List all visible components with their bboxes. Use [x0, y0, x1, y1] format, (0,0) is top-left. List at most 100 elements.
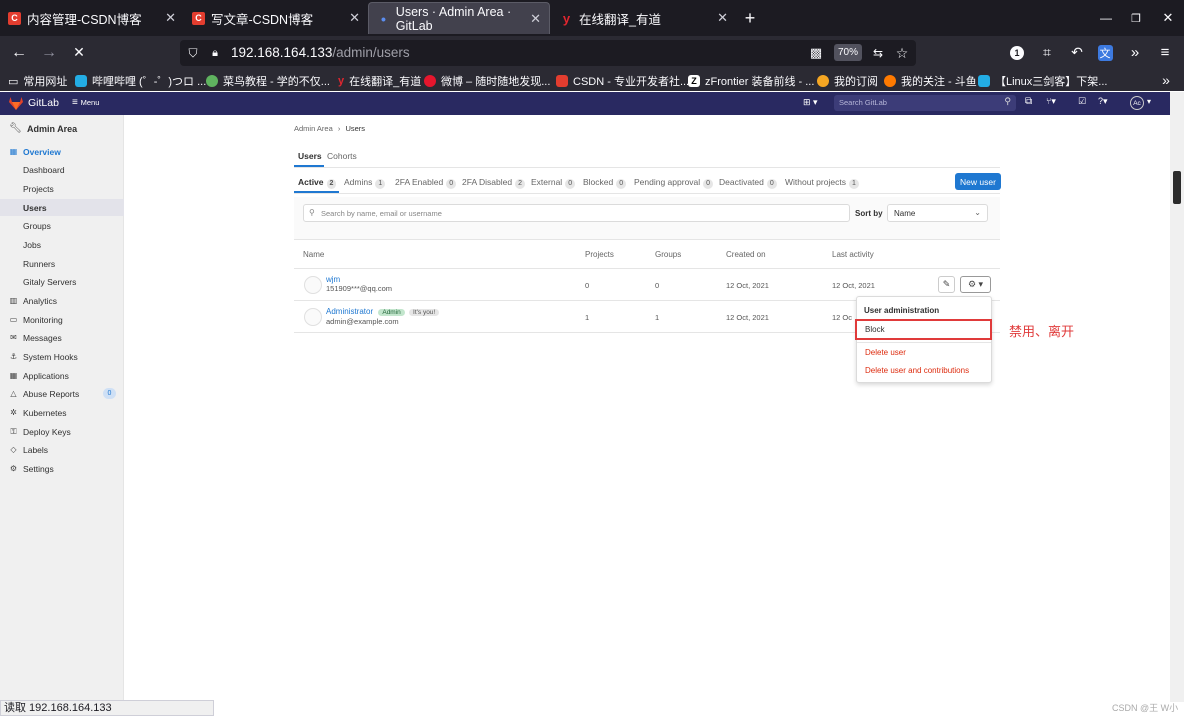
qr-code-icon[interactable]: ▩	[806, 41, 826, 65]
help-icon[interactable]: ?▾	[1098, 96, 1108, 107]
delete-user-contributions-item[interactable]: Delete user and contributions	[865, 366, 969, 375]
sidebar-item-system-hooks[interactable]: ⚓ System Hooks	[0, 348, 124, 365]
create-new-icon[interactable]: ⊞ ▾	[803, 97, 818, 108]
gitlab-logo-icon[interactable]	[9, 96, 23, 110]
sidebar-item-messages[interactable]: ✉ Messages	[0, 329, 124, 346]
bookmark-item[interactable]: 【Linux三剑客】下架...	[978, 73, 1107, 89]
sidebar-item-analytics[interactable]: ▥ Analytics	[0, 292, 124, 309]
sidebar-item-deploy-keys[interactable]: ⚿ Deploy Keys	[0, 423, 124, 440]
sidebar-item-kubernetes[interactable]: ✲ Kubernetes	[0, 404, 124, 421]
user-name-link[interactable]: wjm	[326, 275, 340, 284]
scrollbar-thumb[interactable]	[1173, 171, 1181, 204]
filter-tab-external[interactable]: External 0	[531, 177, 576, 189]
bookmark-item[interactable]: 菜鸟教程 - 学的不仅...	[206, 73, 330, 89]
new-user-button[interactable]: New user	[955, 173, 1001, 190]
sidebar-item-label: Jobs	[23, 239, 41, 250]
sidebar-item-dashboard[interactable]: Dashboard	[0, 161, 124, 178]
delete-user-item[interactable]: Delete user	[865, 348, 906, 357]
filter-tab-active[interactable]: Active 2	[298, 177, 337, 189]
gitlab-search-input[interactable]: Search GitLab ⚲	[834, 95, 1016, 111]
zoom-level[interactable]: 70%	[834, 44, 862, 61]
filter-tab-pending-approval[interactable]: Pending approval 0	[634, 177, 714, 189]
sort-select[interactable]: Name ⌄	[887, 204, 988, 222]
shield-icon[interactable]: ⛉	[184, 41, 202, 65]
filter-tab-blocked[interactable]: Blocked 0	[583, 177, 627, 189]
sidebar-item-labels[interactable]: ◇ Labels	[0, 441, 124, 458]
overflow-chevron-icon[interactable]: »	[1124, 36, 1146, 69]
issues-icon[interactable]: ⧉	[1025, 96, 1032, 107]
page-translate-icon[interactable]: ⇆	[868, 41, 888, 65]
undo-icon[interactable]: ↶	[1066, 36, 1088, 69]
gitlab-brand[interactable]: GitLab	[28, 97, 59, 109]
sidebar-header[interactable]: 🔧︎ Admin Area	[0, 120, 124, 137]
merge-requests-icon[interactable]: ⑂▾	[1046, 96, 1056, 107]
hamburger-menu-icon[interactable]: ≡	[1154, 36, 1176, 69]
crop-icon[interactable]: ⌗	[1036, 36, 1058, 69]
bookmark-item[interactable]: 哔哩哔哩 (゜-゜)つロ ...	[75, 73, 206, 89]
close-tab-icon[interactable]: ✕	[530, 11, 541, 27]
chevron-down-icon[interactable]: ▾	[1147, 97, 1151, 106]
back-icon[interactable]: ←	[8, 36, 30, 69]
sidebar-item-gitaly-servers[interactable]: Gitaly Servers	[0, 273, 124, 290]
filter-tab-without-projects[interactable]: Without projects 1	[785, 177, 859, 189]
browser-tab[interactable]: C 写文章-CSDN博客 ✕	[184, 0, 368, 36]
user-actions-button[interactable]: ⚙ ▾	[960, 276, 991, 293]
filter-tab-admins[interactable]: Admins 1	[344, 177, 386, 189]
extension-badge-icon[interactable]: 1	[1006, 36, 1028, 69]
todos-icon[interactable]: ☑	[1078, 96, 1086, 107]
new-tab-icon[interactable]: +	[738, 0, 762, 36]
close-tab-icon[interactable]: ✕	[165, 10, 176, 26]
close-tab-icon[interactable]: ✕	[349, 10, 360, 26]
sidebar-item-jobs[interactable]: Jobs	[0, 236, 124, 253]
breadcrumb-users[interactable]: Users	[345, 124, 365, 133]
translate-icon[interactable]: 文	[1094, 36, 1116, 69]
sidebar-item-overview[interactable]: ▦ Overview	[0, 143, 124, 160]
sidebar-item-runners[interactable]: Runners	[0, 255, 124, 272]
bookmark-item[interactable]: ZzFrontier 装备前线 - ...	[688, 73, 814, 89]
edit-user-button[interactable]: ✎	[938, 276, 955, 293]
browser-tab[interactable]: y 在线翻译_有道 ✕	[552, 0, 736, 36]
bookmark-star-icon[interactable]: ☆	[892, 41, 912, 65]
menu-button[interactable]: ≡ Menu	[72, 97, 99, 108]
tab-users[interactable]: Users	[298, 151, 322, 161]
bookmark-item[interactable]: 我的关注 - 斗鱼	[884, 73, 977, 89]
forward-icon[interactable]: →	[38, 36, 60, 69]
bookmark-item[interactable]: CSDN - 专业开发者社...	[556, 73, 689, 89]
restore-icon[interactable]: ❐	[1124, 0, 1148, 36]
browser-tab[interactable]: C 内容管理-CSDN博客 ✕	[0, 0, 184, 36]
sidebar-item-users[interactable]: Users	[0, 199, 124, 216]
bookmark-item[interactable]: 我的订阅	[817, 73, 878, 89]
admin-sidebar: 🔧︎ Admin Area ▦ Overview Dashboard Projec…	[0, 115, 124, 702]
bookmarks-overflow-icon[interactable]: »	[1156, 69, 1176, 91]
tab-cohorts[interactable]: Cohorts	[327, 151, 357, 161]
user-avatar[interactable]	[304, 276, 322, 294]
sidebar-item-abuse-reports[interactable]: △ Abuse Reports 0	[0, 385, 124, 402]
close-tab-icon[interactable]: ✕	[717, 10, 728, 26]
stop-loading-icon[interactable]: ✕	[68, 36, 90, 69]
chevron-down-icon: ⌄	[974, 208, 981, 217]
bookmark-item[interactable]: ▭ 常用网址	[8, 73, 67, 89]
user-avatar[interactable]	[304, 308, 322, 326]
bookmark-item[interactable]: y 在线翻译_有道	[338, 73, 421, 89]
user-search-input[interactable]: ⚲ Search by name, email or username	[303, 204, 850, 222]
sidebar-item-groups[interactable]: Groups	[0, 217, 124, 234]
bookmark-item[interactable]: 微博 – 随时随地发现...	[424, 73, 550, 89]
column-header-last-activity: Last activity	[832, 250, 874, 259]
sidebar-item-monitoring[interactable]: ▭ Monitoring	[0, 311, 124, 328]
filter-tab-2fa-disabled[interactable]: 2FA Disabled 2	[462, 177, 525, 189]
lock-icon[interactable]: 🔒︎	[206, 41, 224, 65]
sidebar-item-settings[interactable]: ⚙ Settings	[0, 460, 124, 477]
filter-count: 0	[446, 179, 457, 189]
browser-tab-active[interactable]: • Users · Admin Area · GitLab ✕	[368, 2, 550, 34]
browser-status-bar: 读取 192.168.164.133	[0, 700, 214, 716]
minimize-icon[interactable]: —	[1094, 0, 1118, 36]
breadcrumb-admin-area[interactable]: Admin Area	[294, 124, 333, 133]
filter-tab-deactivated[interactable]: Deactivated 0	[719, 177, 777, 189]
url-text[interactable]: 192.168.164.133/admin/users	[231, 45, 410, 60]
user-name-link[interactable]: Administrator	[326, 307, 373, 316]
sidebar-item-projects[interactable]: Projects	[0, 180, 124, 197]
user-avatar[interactable]: Ac	[1130, 96, 1144, 110]
filter-tab-2fa-enabled[interactable]: 2FA Enabled 0	[395, 177, 457, 189]
sidebar-item-applications[interactable]: ▦ Applications	[0, 367, 124, 384]
close-window-icon[interactable]: ✕	[1156, 0, 1180, 36]
